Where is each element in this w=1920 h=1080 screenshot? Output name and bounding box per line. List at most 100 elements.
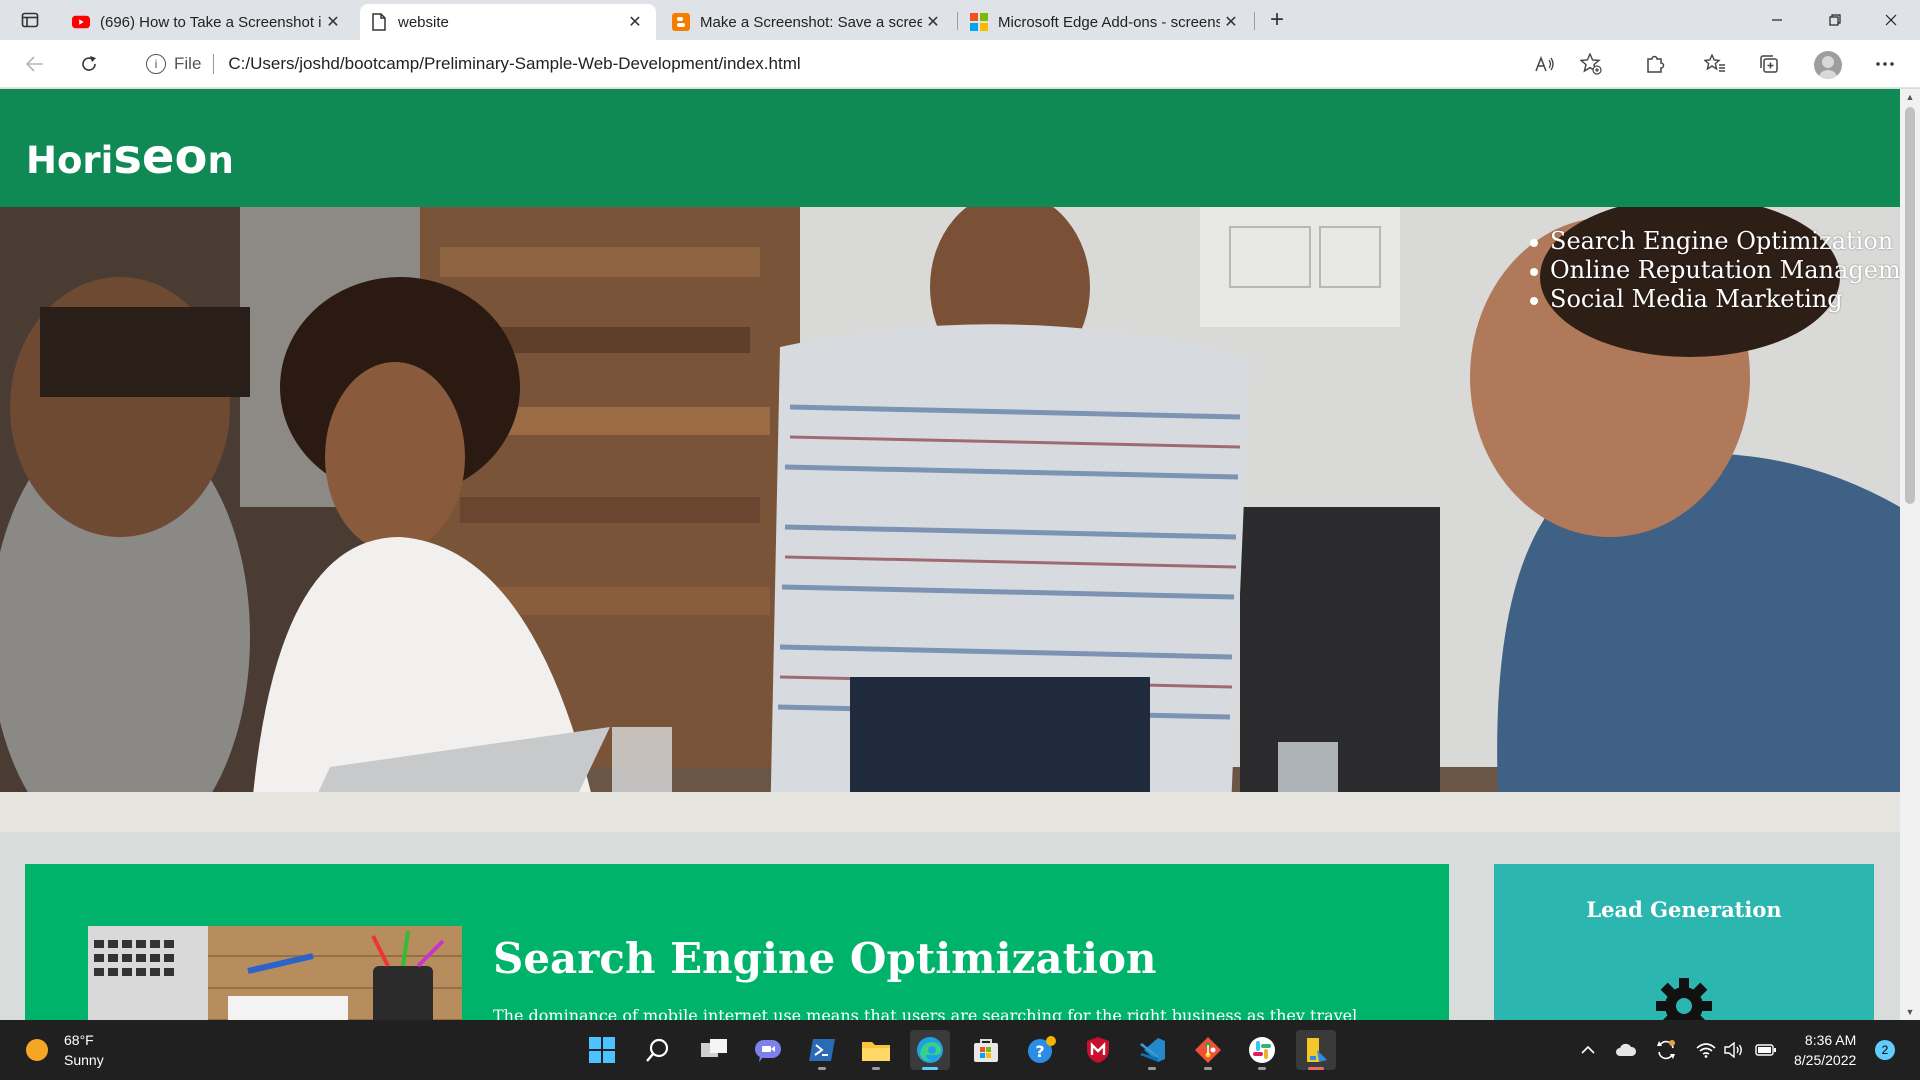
snipping-tool-icon xyxy=(1307,1038,1327,1062)
logo-seo: seo xyxy=(113,129,208,185)
microsoft-icon xyxy=(970,13,988,31)
hero-image: Search Engine Optimization Online Reputa… xyxy=(0,207,1900,832)
scroll-up-arrow-icon[interactable]: ▲ xyxy=(1900,89,1920,105)
page-scrollbar[interactable]: ▲ ▼ xyxy=(1900,89,1920,1020)
address-bar[interactable]: i File C:/Users/joshd/bootcamp/Prelimina… xyxy=(126,46,1616,82)
tab-actions-button[interactable] xyxy=(10,6,50,34)
powershell-icon xyxy=(809,1039,835,1061)
tab-title: Make a Screenshot: Save a screen xyxy=(700,13,922,31)
logo-suffix: n xyxy=(207,139,234,182)
notification-badge[interactable]: 2 xyxy=(1875,1040,1895,1060)
extensions-button[interactable] xyxy=(1640,50,1670,78)
browser-tab-youtube[interactable]: (696) How to Take a Screenshot in Mic ✕ xyxy=(62,4,354,40)
vscode-icon xyxy=(1140,1038,1165,1062)
svg-text:?: ? xyxy=(1035,1042,1044,1061)
edge-app[interactable] xyxy=(910,1030,950,1070)
cloud-icon xyxy=(1616,1043,1637,1056)
site-header: Horiseon xyxy=(0,89,1900,207)
site-logo: Horiseon xyxy=(26,129,234,185)
running-indicator xyxy=(872,1067,880,1070)
snip-tool-app[interactable] xyxy=(1296,1030,1336,1070)
edge-icon xyxy=(917,1037,943,1063)
address-divider xyxy=(213,54,215,74)
minimize-icon xyxy=(1772,19,1782,21)
settings-more-button[interactable] xyxy=(1870,50,1900,78)
new-tab-button[interactable]: + xyxy=(1262,6,1292,34)
file-explorer-app[interactable] xyxy=(856,1030,896,1070)
search-button[interactable] xyxy=(638,1030,678,1070)
sync-icon xyxy=(1657,1040,1675,1060)
running-indicator xyxy=(922,1067,938,1070)
clock-date: 8/25/2022 xyxy=(1794,1052,1857,1068)
collections-button[interactable] xyxy=(1754,50,1784,78)
lead-generation-card: Lead Generation xyxy=(1494,864,1874,1020)
page-viewport: Horiseon Search Engine Optimization Onli… xyxy=(0,89,1900,1020)
onedrive-tray[interactable] xyxy=(1614,1038,1638,1062)
tab-title: Microsoft Edge Add-ons - screensh xyxy=(998,13,1220,31)
weather-widget[interactable]: 68°F Sunny xyxy=(26,1030,104,1070)
wifi-tray[interactable] xyxy=(1694,1038,1718,1062)
vscode-app[interactable] xyxy=(1132,1030,1172,1070)
browser-tab-website[interactable]: website ✕ xyxy=(360,4,656,40)
clock-time: 8:36 AM xyxy=(1804,1032,1857,1048)
nav-item-search-engine-optimization[interactable]: Search Engine Optimization xyxy=(1528,227,1900,256)
task-view-button[interactable] xyxy=(694,1030,734,1070)
system-clock[interactable]: 8:36 AM 8/25/2022 xyxy=(1794,1030,1856,1070)
youtube-icon xyxy=(72,13,90,31)
store-icon xyxy=(974,1039,998,1062)
browser-tab-edge-addons[interactable]: Microsoft Edge Add-ons - screensh ✕ xyxy=(960,4,1252,40)
close-tab-icon[interactable]: ✕ xyxy=(322,11,344,33)
restore-icon xyxy=(1829,14,1841,26)
seo-desk-image xyxy=(88,926,462,1020)
add-favorite-button[interactable] xyxy=(1576,50,1606,78)
minimize-button[interactable] xyxy=(1748,0,1806,40)
tab-separator xyxy=(1254,12,1255,30)
close-tab-icon[interactable]: ✕ xyxy=(624,11,646,33)
close-tab-icon[interactable]: ✕ xyxy=(922,11,944,33)
restore-button[interactable] xyxy=(1806,0,1864,40)
slack-app[interactable] xyxy=(1242,1030,1282,1070)
back-button[interactable] xyxy=(18,48,52,80)
nav-item-social-media-marketing[interactable]: Social Media Marketing xyxy=(1528,285,1900,314)
url-text[interactable]: C:/Users/joshd/bootcamp/Preliminary-Samp… xyxy=(228,54,800,74)
browser-tab-bar: (696) How to Take a Screenshot in Mic ✕ … xyxy=(0,0,1920,40)
seo-heading: Search Engine Optimization xyxy=(493,934,1157,983)
search-icon xyxy=(646,1038,669,1062)
sync-tray[interactable] xyxy=(1654,1038,1678,1062)
volume-tray[interactable] xyxy=(1722,1038,1746,1062)
get-help-app[interactable]: ? xyxy=(1022,1030,1062,1070)
read-aloud-button[interactable] xyxy=(1530,50,1560,78)
powershell-app[interactable] xyxy=(802,1030,842,1070)
close-window-button[interactable] xyxy=(1862,0,1920,40)
tab-title: (696) How to Take a Screenshot in Mic xyxy=(100,13,322,31)
windows-logo-icon xyxy=(589,1037,615,1063)
nav-item-online-reputation-management[interactable]: Online Reputation Management xyxy=(1528,256,1900,285)
seo-section: Search Engine Optimization The dominance… xyxy=(25,864,1449,1020)
star-add-icon xyxy=(1580,53,1602,75)
profile-avatar[interactable] xyxy=(1814,51,1842,79)
close-tab-icon[interactable]: ✕ xyxy=(1220,11,1242,33)
page-icon xyxy=(370,13,388,31)
favorites-button[interactable] xyxy=(1700,50,1730,78)
refresh-button[interactable] xyxy=(72,48,106,80)
browser-tab-screenshot[interactable]: Make a Screenshot: Save a screen ✕ xyxy=(662,4,954,40)
chevron-up-icon xyxy=(1581,1045,1595,1054)
teams-chat-button[interactable] xyxy=(748,1030,788,1070)
more-icon xyxy=(1876,62,1894,66)
scrollbar-thumb[interactable] xyxy=(1905,107,1915,504)
start-button[interactable] xyxy=(582,1030,622,1070)
close-icon xyxy=(1885,14,1897,26)
show-hidden-icons-button[interactable] xyxy=(1576,1038,1600,1062)
git-app[interactable] xyxy=(1188,1030,1228,1070)
logo-prefix: Hori xyxy=(26,139,114,182)
running-indicator xyxy=(1258,1067,1266,1070)
scroll-down-arrow-icon[interactable]: ▼ xyxy=(1900,1004,1920,1020)
weather-description: Sunny xyxy=(64,1052,104,1068)
mcafee-app[interactable] xyxy=(1078,1030,1118,1070)
help-icon: ? xyxy=(1028,1036,1056,1063)
back-arrow-icon xyxy=(25,56,43,72)
battery-tray[interactable] xyxy=(1754,1038,1778,1062)
store-app[interactable] xyxy=(966,1030,1006,1070)
site-info-icon[interactable]: i xyxy=(146,54,166,74)
running-indicator xyxy=(1308,1067,1324,1070)
